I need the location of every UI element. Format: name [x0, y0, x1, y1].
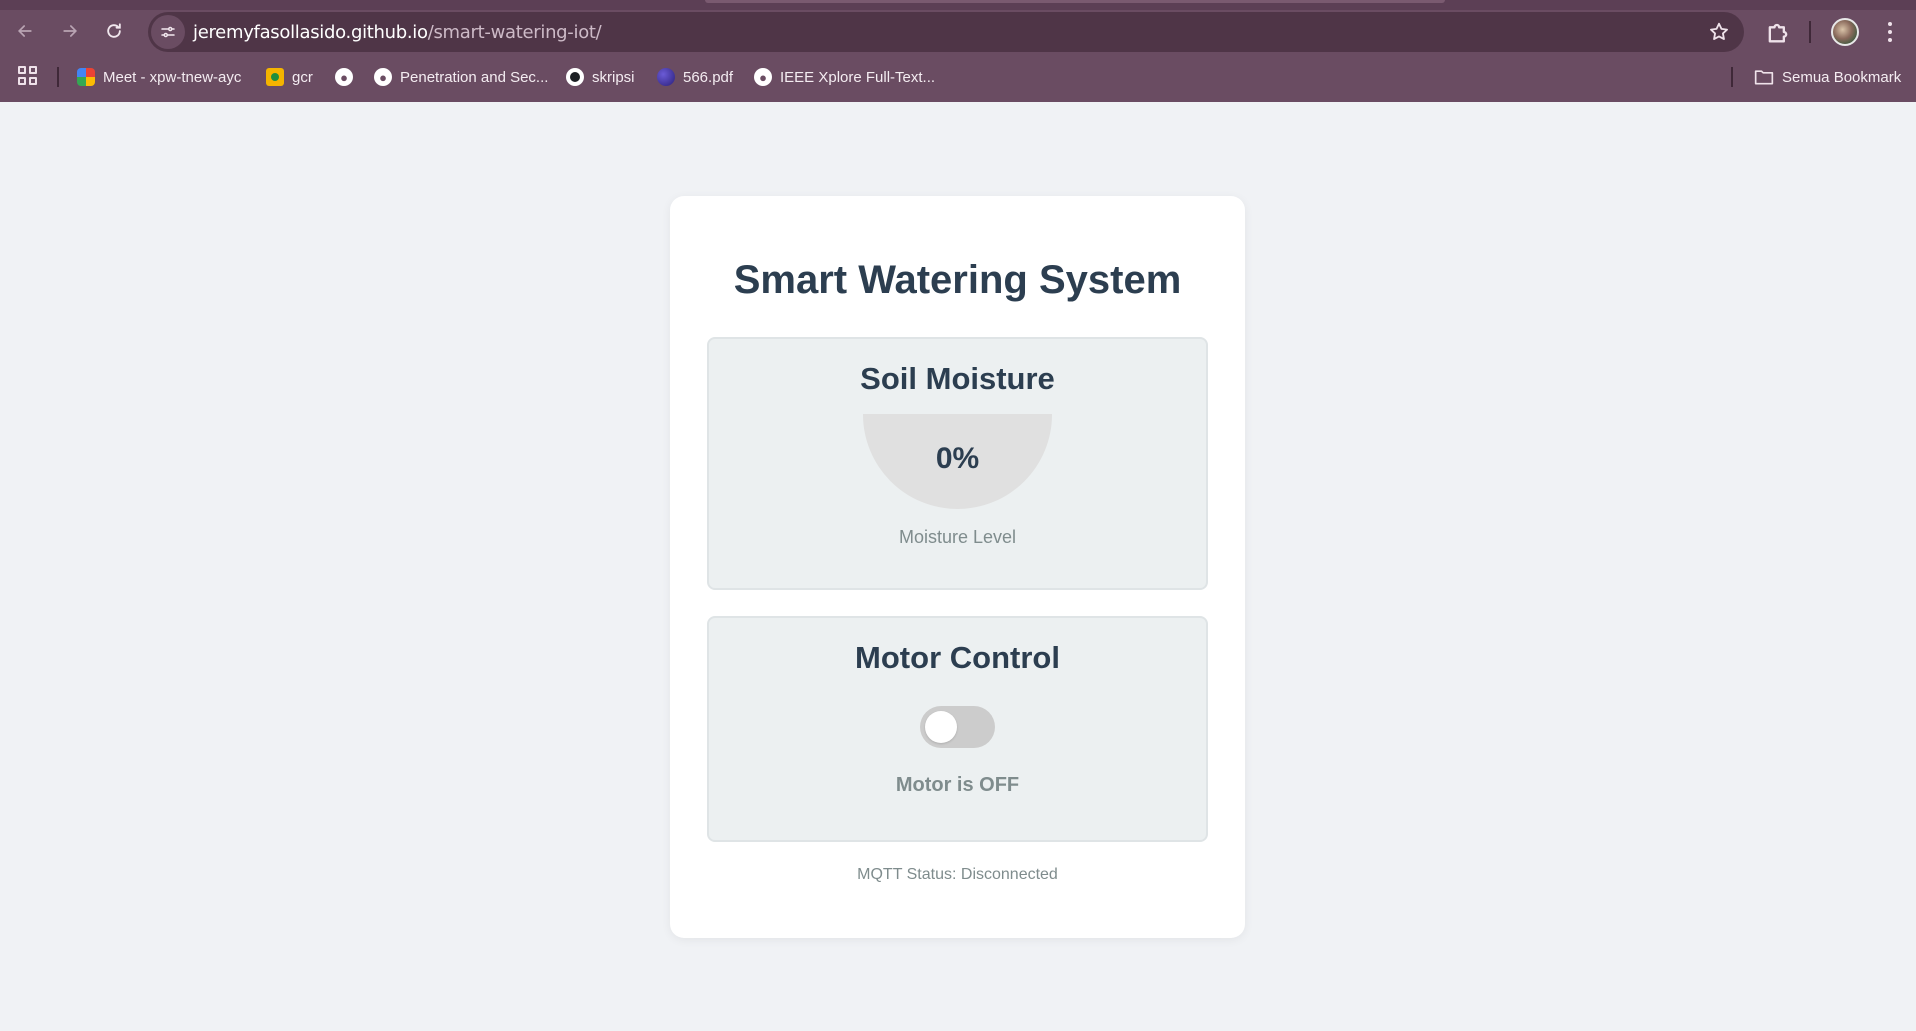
motor-status: Motor is OFF	[895, 774, 1020, 796]
url-path: /smart-watering-iot/	[427, 21, 602, 43]
back-button[interactable]	[9, 15, 41, 47]
bookmarks-divider	[1731, 67, 1733, 87]
arrow-right-icon	[63, 25, 78, 37]
site-settings-button[interactable]	[151, 15, 185, 49]
pdf-site-icon	[657, 68, 675, 86]
motor-control-panel: Motor Control Motor is OFF	[707, 616, 1208, 842]
globe-icon: ●	[335, 68, 353, 86]
apps-grid-icon[interactable]	[18, 66, 38, 86]
soil-moisture-title: Soil Moisture	[860, 361, 1055, 396]
dashboard-card: Smart Watering System Soil Moisture 0% M…	[670, 196, 1245, 938]
browser-chrome: jeremyfasollasido.github.io/smart-wateri…	[0, 0, 1916, 102]
url-text[interactable]: jeremyfasollasido.github.io/smart-wateri…	[193, 21, 602, 43]
motor-toggle-knob	[925, 711, 957, 743]
reload-icon	[107, 23, 121, 38]
arrow-left-icon	[17, 25, 32, 37]
motor-toggle[interactable]	[920, 706, 995, 748]
all-bookmarks-label: Semua Bookmark	[1782, 68, 1902, 86]
soil-moisture-panel: Soil Moisture 0% Moisture Level	[707, 337, 1208, 590]
bookmark-ieee[interactable]: ● IEEE Xplore Full-Text...	[754, 64, 935, 90]
forward-button[interactable]	[54, 15, 86, 47]
star-icon[interactable]	[1708, 21, 1730, 43]
all-bookmarks-folder[interactable]: Semua Bookmark	[1754, 64, 1901, 90]
toolbar-divider	[1809, 21, 1811, 43]
motor-control-title: Motor Control	[855, 640, 1060, 675]
bookmarks-divider	[57, 67, 59, 87]
globe-icon: ●	[754, 68, 772, 86]
bookmark-label: Penetration and Sec...	[400, 68, 549, 86]
mqtt-status: MQTT Status: Disconnected	[857, 866, 1058, 883]
bookmark-penetration[interactable]: ● Penetration and Sec...	[374, 64, 548, 90]
bookmark-globe[interactable]: ●	[335, 64, 361, 90]
address-bar[interactable]: jeremyfasollasido.github.io/smart-wateri…	[148, 12, 1744, 52]
profile-avatar[interactable]	[1831, 18, 1859, 46]
bookmark-skripsi[interactable]: skripsi	[566, 64, 635, 90]
classroom-icon	[266, 68, 284, 86]
moisture-value: 0%	[935, 442, 980, 475]
active-tab-edge	[705, 0, 1445, 3]
moisture-gauge: 0%	[863, 414, 1052, 509]
bookmark-566pdf[interactable]: 566.pdf	[657, 64, 733, 90]
bookmark-gcr[interactable]: gcr	[266, 64, 313, 90]
browser-menu-icon[interactable]	[1880, 18, 1900, 46]
moisture-label: Moisture Level	[898, 527, 1017, 547]
bookmark-meet[interactable]: Meet - xpw-tnew-ayc	[77, 64, 241, 90]
bookmark-label: gcr	[292, 68, 313, 86]
google-meet-icon	[77, 68, 95, 86]
url-host: jeremyfasollasido.github.io	[193, 21, 428, 43]
github-icon	[566, 68, 584, 86]
page-title: Smart Watering System	[733, 258, 1182, 302]
folder-icon	[1754, 70, 1774, 85]
tune-icon	[161, 26, 175, 38]
bookmark-label: Meet - xpw-tnew-ayc	[103, 68, 242, 86]
bookmark-label: 566.pdf	[683, 68, 734, 86]
extensions-icon[interactable]	[1764, 18, 1792, 46]
bookmark-label: skripsi	[592, 68, 635, 86]
reload-button[interactable]	[98, 15, 130, 47]
bookmark-label: IEEE Xplore Full-Text...	[780, 68, 936, 86]
globe-icon: ●	[374, 68, 392, 86]
tab-strip	[0, 0, 1916, 10]
